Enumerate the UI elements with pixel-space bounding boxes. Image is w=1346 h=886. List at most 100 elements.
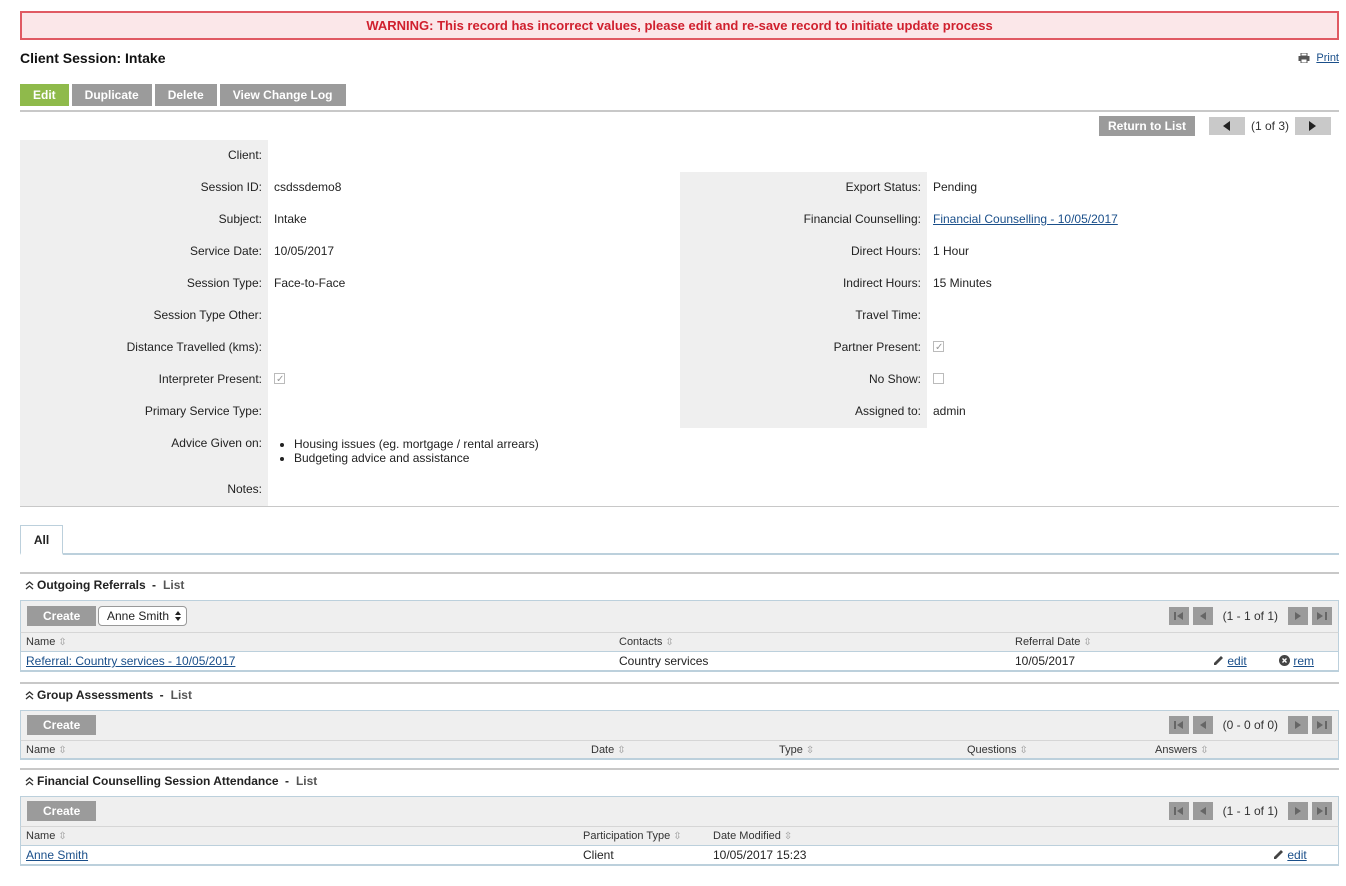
advice-list: Housing issues (eg. mortgage / rental ar… — [274, 437, 539, 465]
next-page-button[interactable] — [1288, 716, 1308, 734]
column-header-answers[interactable]: Answers ⇳ — [1155, 741, 1209, 760]
financial-counselling-value: Financial Counselling - 10/05/2017 — [933, 209, 1118, 229]
duplicate-button[interactable]: Duplicate — [71, 84, 152, 106]
last-page-icon — [1317, 721, 1327, 729]
divider — [20, 110, 1339, 112]
group-toolbar: Create (0 - 0 of 0) — [20, 710, 1339, 740]
section-header[interactable]: Outgoing Referrals - List — [20, 572, 1339, 596]
select-arrows-icon — [175, 611, 182, 621]
tab-all[interactable]: All — [20, 525, 63, 555]
section-title: Outgoing Referrals — [37, 578, 146, 592]
pencil-icon — [1214, 656, 1223, 665]
list-item: Housing issues (eg. mortgage / rental ar… — [294, 437, 539, 451]
referral-link[interactable]: Referral: Country services - 10/05/2017 — [26, 654, 235, 668]
first-page-button[interactable] — [1168, 607, 1189, 625]
page-count: (1 - 1 of 1) — [1222, 609, 1278, 623]
table-row: Referral: Country services - 10/05/2017 … — [20, 652, 1339, 672]
view-change-log-button[interactable]: View Change Log — [219, 84, 346, 106]
previous-page-button[interactable] — [1192, 802, 1213, 820]
advice-given-label: Advice Given on: — [171, 436, 262, 450]
pager: (1 - 1 of 1) — [1168, 607, 1332, 625]
section-header[interactable]: Group Assessments - List — [20, 682, 1339, 706]
session-type-label: Session Type: — [186, 276, 262, 290]
pencil-icon — [1274, 850, 1283, 859]
printer-icon — [1298, 53, 1310, 63]
column-header-participation-type[interactable]: Participation Type ⇳ — [583, 827, 682, 846]
first-page-button[interactable] — [1168, 802, 1189, 820]
direct-hours-label: Direct Hours: — [850, 244, 921, 258]
create-button[interactable]: Create — [27, 801, 97, 821]
referrals-toolbar: Create Anne Smith (1 - 1 of 1) — [20, 600, 1339, 632]
next-page-button[interactable] — [1288, 802, 1308, 820]
column-header-name[interactable]: Name ⇳ — [26, 827, 67, 846]
next-record-button[interactable] — [1295, 117, 1332, 135]
edit-link[interactable]: edit — [1213, 652, 1247, 671]
page-count: (1 - 1 of 1) — [1222, 804, 1278, 818]
date-modified-cell: 10/05/2017 15:23 — [713, 848, 807, 862]
financial-counselling-label: Financial Counselling: — [803, 212, 921, 226]
warning-banner: WARNING: This record has incorrect value… — [20, 11, 1339, 40]
create-button[interactable]: Create — [27, 606, 97, 626]
previous-record-button[interactable] — [1209, 117, 1245, 135]
previous-page-button[interactable] — [1192, 607, 1213, 625]
record-pager: (1 of 3) — [1209, 117, 1332, 135]
indirect-hours-value: 15 Minutes — [933, 276, 992, 290]
column-header-contacts[interactable]: Contacts ⇳ — [619, 633, 674, 652]
column-header-name[interactable]: Name ⇳ — [26, 633, 67, 652]
contact-select[interactable]: Anne Smith — [98, 606, 188, 626]
session-type-value: Face-to-Face — [274, 276, 346, 290]
table-row: Anne Smith Client 10/05/2017 15:23 edit — [20, 846, 1339, 866]
client-label: Client: — [227, 148, 262, 162]
column-header-type[interactable]: Type ⇳ — [779, 741, 814, 760]
participation-type-cell: Client — [583, 848, 614, 862]
last-page-button[interactable] — [1312, 802, 1332, 820]
last-page-icon — [1317, 807, 1327, 815]
first-page-icon — [1173, 807, 1183, 815]
financial-counselling-link[interactable]: Financial Counselling - 10/05/2017 — [933, 212, 1118, 226]
session-id-value: csdssdemo8 — [274, 180, 342, 194]
column-header-date[interactable]: Date ⇳ — [591, 741, 626, 760]
print-link[interactable]: Print — [1298, 52, 1339, 64]
first-page-button[interactable] — [1168, 716, 1189, 734]
triangle-right-icon — [1295, 807, 1301, 815]
edit-link[interactable]: edit — [1273, 846, 1307, 865]
action-toolbar: Edit Duplicate Delete View Change Log — [20, 84, 346, 106]
next-page-button[interactable] — [1288, 607, 1308, 625]
remove-link[interactable]: rem — [1279, 652, 1314, 671]
create-button[interactable]: Create — [27, 715, 97, 735]
column-header-questions[interactable]: Questions ⇳ — [967, 741, 1028, 760]
remove-icon — [1279, 655, 1290, 666]
list-link[interactable]: List — [163, 574, 184, 596]
attendee-link[interactable]: Anne Smith — [26, 848, 88, 862]
referral-date-cell: 10/05/2017 — [1015, 654, 1076, 668]
interpreter-present-label: Interpreter Present: — [158, 372, 262, 386]
column-header-name[interactable]: Name ⇳ — [26, 741, 67, 760]
assigned-to-label: Assigned to: — [854, 404, 921, 418]
last-page-button[interactable] — [1312, 716, 1332, 734]
triangle-left-icon — [1199, 612, 1206, 620]
travel-time-label: Travel Time: — [855, 308, 921, 322]
table-header: Name ⇳ Date ⇳ Type ⇳ Questions ⇳ Answers ⇳ — [20, 740, 1339, 760]
notes-label: Notes: — [227, 482, 262, 496]
column-header-referral-date[interactable]: Referral Date ⇳ — [1015, 633, 1092, 652]
section-title: Financial Counselling Session Attendance — [37, 774, 279, 788]
attendance-section: Financial Counselling Session Attendance… — [20, 768, 1339, 866]
triangle-left-icon — [1199, 721, 1206, 729]
section-header[interactable]: Financial Counselling Session Attendance… — [20, 768, 1339, 792]
list-item: Budgeting advice and assistance — [294, 451, 539, 465]
record-count: (1 of 3) — [1251, 119, 1290, 133]
list-link[interactable]: List — [171, 684, 192, 706]
triangle-right-icon — [1295, 612, 1301, 620]
subject-label: Subject: — [218, 212, 262, 226]
delete-button[interactable]: Delete — [154, 84, 217, 106]
triangle-left-icon — [1199, 807, 1206, 815]
assigned-to-value: admin — [933, 404, 966, 418]
return-to-list-button[interactable]: Return to List — [1099, 116, 1195, 136]
list-link[interactable]: List — [296, 770, 317, 792]
table-header: Name ⇳ Contacts ⇳ Referral Date ⇳ — [20, 632, 1339, 652]
column-header-date-modified[interactable]: Date Modified ⇳ — [713, 827, 792, 846]
previous-page-button[interactable] — [1192, 716, 1213, 734]
last-page-button[interactable] — [1312, 607, 1332, 625]
edit-button[interactable]: Edit — [20, 84, 69, 106]
first-page-icon — [1173, 721, 1183, 729]
